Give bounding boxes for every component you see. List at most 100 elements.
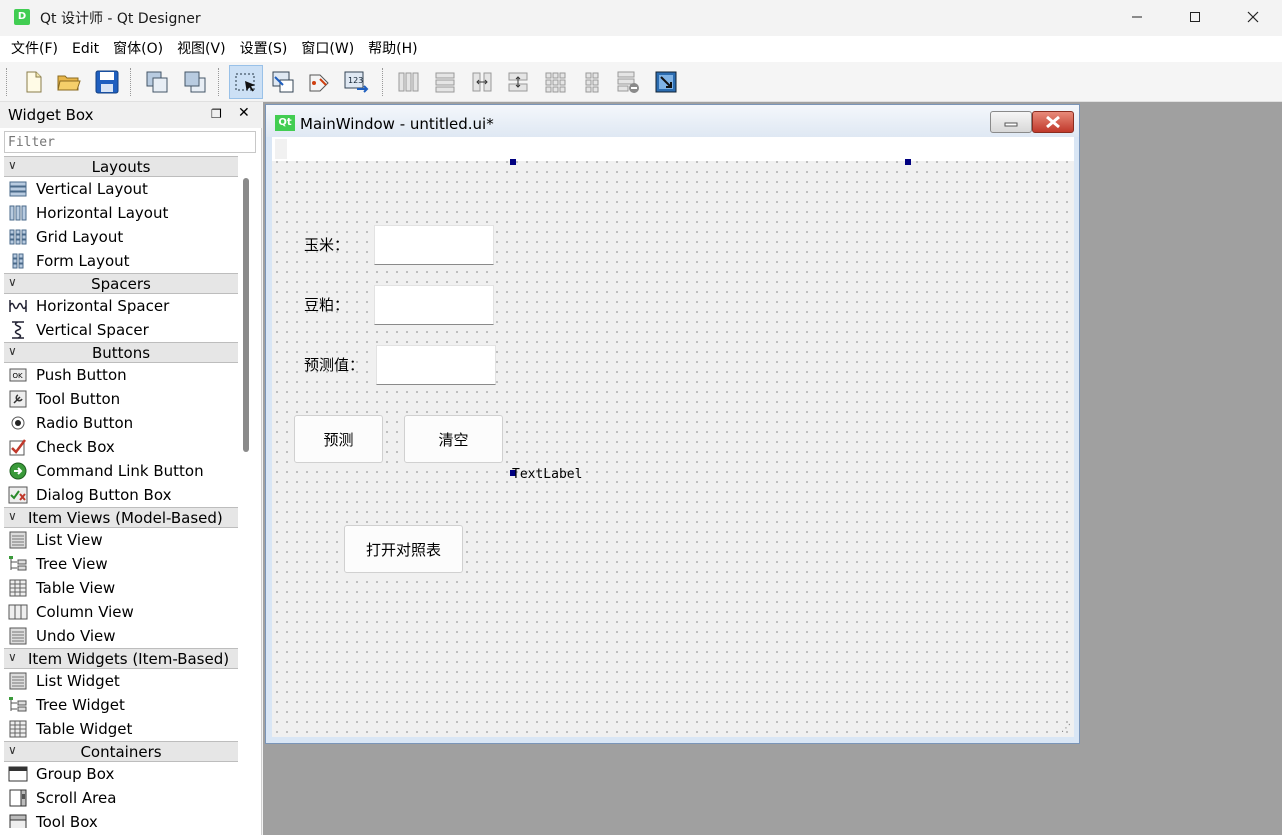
clear-button[interactable]: 清空 bbox=[404, 415, 503, 463]
open-folder-icon bbox=[57, 75, 81, 91]
soybean-meal-input[interactable] bbox=[374, 285, 494, 325]
menu-view[interactable]: 视图(V) bbox=[170, 36, 233, 62]
save-button[interactable] bbox=[90, 65, 124, 99]
widget-item-check-box[interactable]: Check Box bbox=[4, 435, 238, 459]
widget-item-horizontal-layout[interactable]: Horizontal Layout bbox=[4, 201, 238, 225]
grid-layout-button[interactable] bbox=[538, 65, 572, 99]
bring-to-front-button[interactable] bbox=[178, 65, 212, 99]
tool-button-icon bbox=[8, 390, 28, 408]
edit-signals-slots-button[interactable] bbox=[266, 65, 300, 99]
category-item-widgets[interactable]: ∨ Item Widgets (Item-Based) bbox=[4, 648, 238, 669]
lay-out-horizontally-button[interactable] bbox=[391, 65, 425, 99]
edit-widgets-button[interactable] bbox=[229, 65, 263, 99]
open-lookup-table-button[interactable]: 打开对照表 bbox=[344, 525, 463, 573]
minimize-icon bbox=[1132, 16, 1142, 18]
new-file-button[interactable] bbox=[16, 65, 50, 99]
qt-logo-icon: Qt bbox=[275, 115, 295, 131]
edit-tab-order-button[interactable]: 123 bbox=[339, 65, 373, 99]
widget-item-column-view[interactable]: Column View bbox=[4, 600, 238, 624]
form-layout-button[interactable] bbox=[575, 65, 609, 99]
widget-item-form-layout[interactable]: Form Layout bbox=[4, 249, 238, 273]
widget-filter-input[interactable] bbox=[4, 131, 256, 153]
lay-out-vertically-button[interactable] bbox=[428, 65, 462, 99]
widget-item-grid-layout[interactable]: Grid Layout bbox=[4, 225, 238, 249]
type-here-menu-placeholder[interactable] bbox=[275, 139, 287, 159]
form-subwindow: Qt MainWindow - untitled.ui* 玉米： 豆粕： 预测值… bbox=[265, 104, 1080, 744]
predict-button[interactable]: 预测 bbox=[294, 415, 383, 463]
edit-tab-order-icon: 123 bbox=[344, 71, 369, 93]
category-buttons[interactable]: ∨ Buttons bbox=[4, 342, 238, 363]
widget-item-horizontal-spacer[interactable]: Horizontal Spacer bbox=[4, 294, 238, 318]
widget-box-scrollbar[interactable] bbox=[243, 178, 249, 452]
size-grip-icon[interactable]: ⋰ bbox=[1061, 723, 1071, 734]
widget-item-radio-button[interactable]: Radio Button bbox=[4, 411, 238, 435]
menu-help[interactable]: 帮助(H) bbox=[361, 36, 424, 62]
menu-window[interactable]: 窗口(W) bbox=[294, 36, 361, 62]
widget-item-scroll-area[interactable]: Scroll Area bbox=[4, 786, 238, 810]
send-to-back-button[interactable] bbox=[140, 65, 174, 99]
clear-button-label: 清空 bbox=[438, 430, 469, 449]
widget-item-list-view[interactable]: List View bbox=[4, 528, 238, 552]
widget-item-label: Horizontal Spacer bbox=[36, 297, 170, 315]
widget-item-push-button[interactable]: OK Push Button bbox=[4, 363, 238, 387]
selection-handle[interactable] bbox=[905, 159, 911, 165]
category-label: Item Views (Model-Based) bbox=[28, 508, 223, 527]
group-box-icon bbox=[8, 765, 28, 783]
menu-file[interactable]: 文件(F) bbox=[4, 36, 65, 62]
adjust-size-button[interactable] bbox=[649, 65, 683, 99]
close-button[interactable] bbox=[1224, 0, 1282, 34]
corn-input[interactable] bbox=[374, 225, 494, 265]
undo-view-icon bbox=[8, 627, 28, 645]
maximize-button[interactable] bbox=[1166, 0, 1224, 34]
subwindow-title-bar[interactable]: Qt MainWindow - untitled.ui* bbox=[266, 105, 1079, 137]
predict-button-label: 预测 bbox=[323, 430, 354, 449]
horizontal-splitter-button[interactable] bbox=[465, 65, 499, 99]
close-panel-icon[interactable]: ✕ bbox=[238, 105, 250, 121]
predicted-value-input[interactable] bbox=[376, 345, 496, 385]
toolbar-separator bbox=[218, 68, 220, 96]
widget-item-dialog-button-box[interactable]: Dialog Button Box bbox=[4, 483, 238, 507]
command-link-icon bbox=[8, 462, 28, 480]
menu-form[interactable]: 窗体(O) bbox=[106, 36, 170, 62]
category-containers[interactable]: ∨ Containers bbox=[4, 741, 238, 762]
widget-item-table-view[interactable]: Table View bbox=[4, 576, 238, 600]
selection-handle[interactable] bbox=[510, 159, 516, 165]
category-spacers[interactable]: ∨ Spacers bbox=[4, 273, 238, 294]
column-view-icon bbox=[8, 603, 28, 621]
form-canvas[interactable]: 玉米： 豆粕： 预测值： 预测 清空 TextLabel 打开对照表 ⋰ bbox=[272, 137, 1074, 737]
widget-item-label: Horizontal Layout bbox=[36, 204, 169, 222]
menu-settings[interactable]: 设置(S) bbox=[233, 36, 295, 62]
open-file-button[interactable] bbox=[52, 65, 86, 99]
vertical-splitter-button[interactable] bbox=[501, 65, 535, 99]
widget-item-label: Group Box bbox=[36, 765, 115, 783]
subwindow-minimize-button[interactable] bbox=[990, 111, 1032, 133]
float-panel-icon[interactable]: ❐ bbox=[211, 107, 222, 121]
widget-item-vertical-spacer[interactable]: Vertical Spacer bbox=[4, 318, 238, 342]
edit-signals-slots-icon bbox=[272, 71, 294, 93]
maximize-icon bbox=[1190, 12, 1200, 22]
widget-item-list-widget[interactable]: List Widget bbox=[4, 669, 238, 693]
result-text-label[interactable]: TextLabel bbox=[512, 467, 582, 482]
widget-item-undo-view[interactable]: Undo View bbox=[4, 624, 238, 648]
category-layouts[interactable]: ∨ Layouts bbox=[4, 156, 238, 177]
menu-edit[interactable]: Edit bbox=[65, 36, 106, 62]
chevron-down-icon: ∨ bbox=[8, 344, 17, 358]
widget-item-tool-box[interactable]: Tool Box bbox=[4, 810, 238, 828]
edit-buddies-button[interactable] bbox=[302, 65, 336, 99]
soybean-meal-label: 豆粕： bbox=[304, 296, 350, 314]
widget-item-group-box[interactable]: Group Box bbox=[4, 762, 238, 786]
widget-item-vertical-layout[interactable]: Vertical Layout bbox=[4, 177, 238, 201]
widget-item-tool-button[interactable]: Tool Button bbox=[4, 387, 238, 411]
close-icon bbox=[1046, 115, 1060, 129]
menu-bar: 文件(F) Edit 窗体(O) 视图(V) 设置(S) 窗口(W) 帮助(H) bbox=[0, 36, 1282, 62]
widget-item-command-link-button[interactable]: Command Link Button bbox=[4, 459, 238, 483]
close-icon bbox=[1247, 11, 1259, 23]
widget-item-label: Form Layout bbox=[36, 252, 130, 270]
minimize-button[interactable] bbox=[1108, 0, 1166, 34]
widget-item-table-widget[interactable]: Table Widget bbox=[4, 717, 238, 741]
subwindow-close-button[interactable] bbox=[1032, 111, 1074, 133]
category-item-views[interactable]: ∨ Item Views (Model-Based) bbox=[4, 507, 238, 528]
widget-item-tree-view[interactable]: Tree View bbox=[4, 552, 238, 576]
widget-item-tree-widget[interactable]: Tree Widget bbox=[4, 693, 238, 717]
break-layout-button[interactable] bbox=[611, 65, 645, 99]
